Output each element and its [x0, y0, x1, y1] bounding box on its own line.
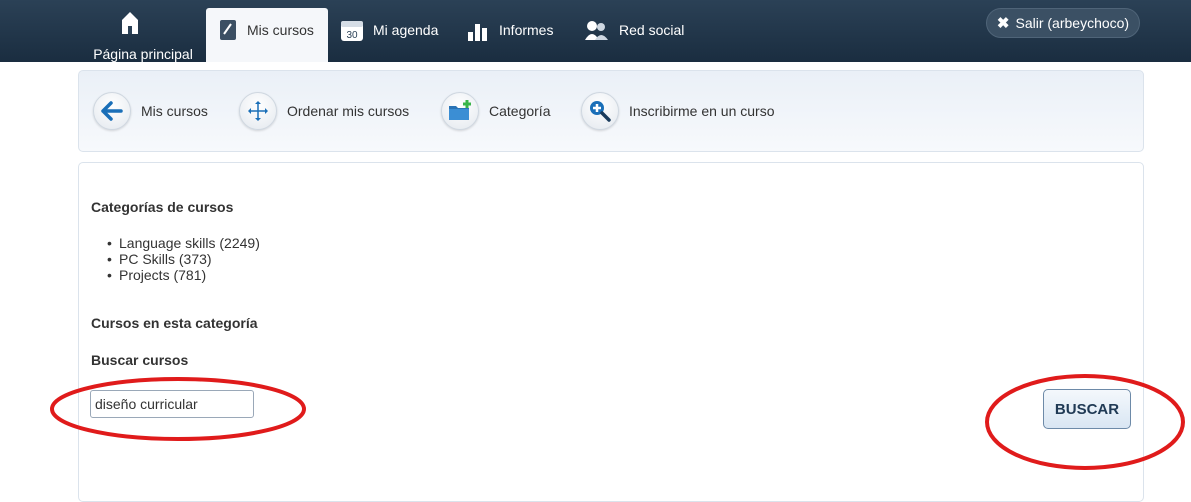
- enroll-button-circle[interactable]: [581, 92, 619, 130]
- tab-mis-cursos[interactable]: Mis cursos: [206, 8, 328, 62]
- search-input[interactable]: [90, 390, 254, 418]
- category-item[interactable]: Projects (781): [107, 267, 260, 283]
- arrow-left-icon: [101, 101, 123, 121]
- home-icon: [122, 12, 138, 34]
- action-toolbar: Mis cursos Ordenar mis cursos Categoría: [78, 70, 1144, 152]
- tab-informes[interactable]: Informes: [466, 8, 566, 62]
- action-mis-cursos-label: Mis cursos: [141, 103, 208, 119]
- tab-mis-cursos-label: Mis cursos: [247, 22, 314, 38]
- action-inscribirme-label: Inscribirme en un curso: [629, 103, 775, 119]
- search-button[interactable]: BUSCAR: [1043, 389, 1131, 429]
- calendar-day: 30: [346, 30, 358, 41]
- tab-red-social-label: Red social: [619, 22, 685, 38]
- search-courses-heading: Buscar cursos: [91, 352, 189, 368]
- tab-mi-agenda-label: Mi agenda: [373, 22, 439, 38]
- action-ordenar[interactable]: Ordenar mis cursos: [239, 91, 409, 131]
- nav-home-label: Página principal: [93, 46, 193, 62]
- action-ordenar-label: Ordenar mis cursos: [287, 103, 410, 119]
- search-add-icon: [590, 101, 611, 122]
- action-categoria[interactable]: Categoría: [441, 91, 550, 131]
- logout-label: Salir (arbeychoco): [1015, 15, 1130, 31]
- tab-red-social[interactable]: Red social: [584, 8, 704, 62]
- action-mis-cursos[interactable]: Mis cursos: [93, 91, 208, 131]
- category-list: Language skills (2249) PC Skills (373) P…: [107, 235, 260, 283]
- close-icon: ✖: [996, 15, 1010, 32]
- category-link[interactable]: PC Skills (373): [119, 251, 212, 267]
- category-item[interactable]: Language skills (2249): [107, 235, 260, 251]
- courses-in-category-heading: Cursos en esta categoría: [91, 315, 258, 331]
- action-inscribirme[interactable]: Inscribirme en un curso: [581, 91, 775, 131]
- tab-informes-label: Informes: [499, 22, 554, 38]
- tab-mi-agenda[interactable]: 30 Mi agenda: [340, 8, 452, 62]
- top-navigation-bar: Página principal Mis cursos 30 Mi agenda…: [0, 0, 1191, 62]
- action-categoria-label: Categoría: [489, 103, 551, 119]
- move-button-circle[interactable]: [239, 92, 277, 130]
- category-item[interactable]: PC Skills (373): [107, 251, 260, 267]
- category-link[interactable]: Language skills (2249): [119, 235, 260, 251]
- folder-add-icon: [449, 100, 471, 120]
- move-icon: [248, 101, 268, 121]
- nav-home[interactable]: Página principal: [80, 0, 206, 62]
- calendar-icon: 30: [341, 21, 363, 41]
- category-button-circle[interactable]: [441, 92, 479, 130]
- categories-heading: Categorías de cursos: [91, 199, 234, 215]
- people-icon: [585, 21, 608, 40]
- logout-button[interactable]: ✖ Salir (arbeychoco): [986, 8, 1140, 38]
- book-icon: [220, 20, 236, 40]
- main-content: Categorías de cursos Language skills (22…: [78, 162, 1144, 502]
- category-link[interactable]: Projects (781): [119, 267, 206, 283]
- back-button-circle[interactable]: [93, 92, 131, 130]
- bar-chart-icon: [468, 24, 487, 41]
